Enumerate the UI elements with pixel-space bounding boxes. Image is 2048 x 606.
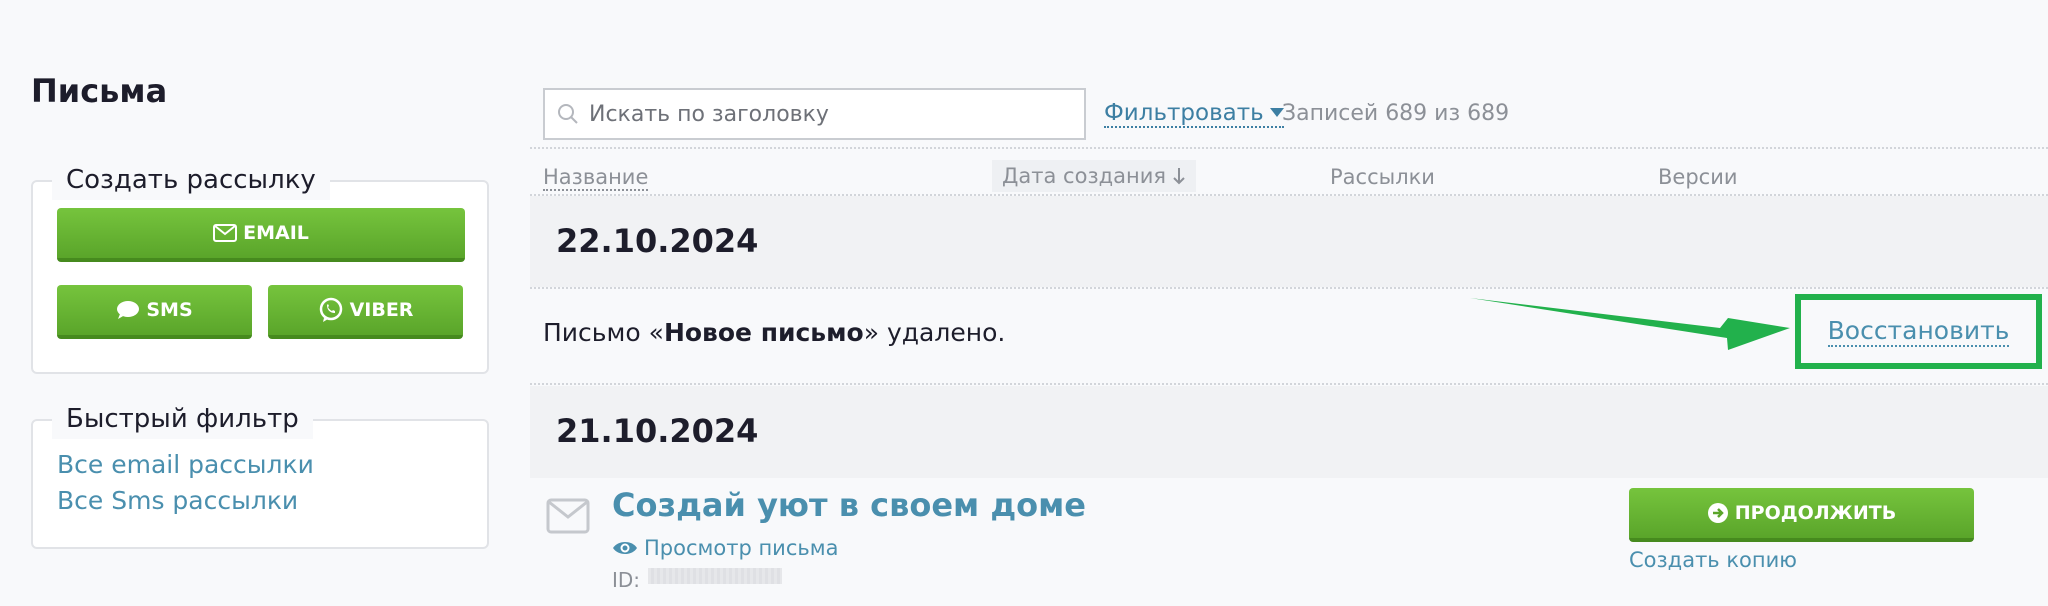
preview-letter-link[interactable]: Просмотр письма [612,536,838,560]
preview-letter-label: Просмотр письма [644,536,839,560]
records-count: Записей 689 из 689 [1282,101,1510,126]
restore-highlight: Восстановить [1795,294,2042,369]
filter-dropdown[interactable]: Фильтровать [1104,100,1284,128]
chat-bubble-icon [117,301,140,319]
letter-id-redacted [648,568,782,584]
quick-filter-legend: Быстрый фильтр [52,399,313,439]
deleted-letter-name: Новое письмо [663,318,864,347]
quick-filter-sms-link[interactable]: Все Sms рассылки [57,486,298,515]
envelope-icon [546,498,590,534]
envelope-icon [213,224,238,242]
create-mailing-legend: Создать рассылку [52,160,330,200]
deleted-notice: Письмо «Новое письмо» удалено. [543,318,1005,347]
page-title: Письма [31,72,168,110]
viber-icon [319,297,342,322]
divider [530,383,2048,385]
continue-label: ПРОДОЛЖИТЬ [1734,502,1897,524]
filter-label: Фильтровать [1104,100,1264,126]
column-header-date-label: Дата создания [1002,164,1167,188]
letter-title-link[interactable]: Создай уют в своем доме [612,486,1086,524]
date-group-header: 21.10.2024 [530,386,2048,478]
column-header-mailings: Рассылки [1330,165,1435,189]
date-group-header: 22.10.2024 [530,196,2048,287]
arrow-down-icon [1173,168,1185,185]
create-copy-link[interactable]: Создать копию [1629,548,1797,572]
annotation-arrow [1470,298,1790,350]
create-email-label: EMAIL [243,222,309,244]
column-header-versions: Версии [1658,165,1738,189]
create-email-button[interactable]: EMAIL [57,208,465,262]
deleted-notice-prefix: Письмо « [543,318,664,347]
create-mailing-panel: Создать рассылку EMAIL SMS VIBER [31,160,489,374]
search-placeholder: Искать по заголовку [589,101,829,127]
quick-filter-email-link[interactable]: Все email рассылки [57,450,314,479]
create-viber-button[interactable]: VIBER [268,285,463,339]
create-viber-label: VIBER [349,299,414,321]
divider [530,287,2048,289]
divider [530,147,2048,149]
group-date: 22.10.2024 [556,222,759,260]
continue-button[interactable]: ПРОДОЛЖИТЬ [1629,488,1974,542]
eye-icon [613,542,637,554]
create-sms-button[interactable]: SMS [57,285,252,339]
arrow-right-circle-icon [1707,503,1728,523]
column-header-name[interactable]: Название [543,165,649,191]
create-sms-label: SMS [146,299,193,321]
group-date: 21.10.2024 [556,412,759,450]
quick-filter-panel: Быстрый фильтр Все email рассылки Все Sm… [31,399,489,549]
search-input[interactable]: Искать по заголовку [543,88,1086,140]
deleted-notice-suffix: » удалено. [863,318,1006,347]
letter-id-label: ID: [612,568,641,592]
column-header-date[interactable]: Дата создания [992,160,1197,192]
search-icon [558,104,578,124]
restore-link[interactable]: Восстановить [1827,316,2010,347]
